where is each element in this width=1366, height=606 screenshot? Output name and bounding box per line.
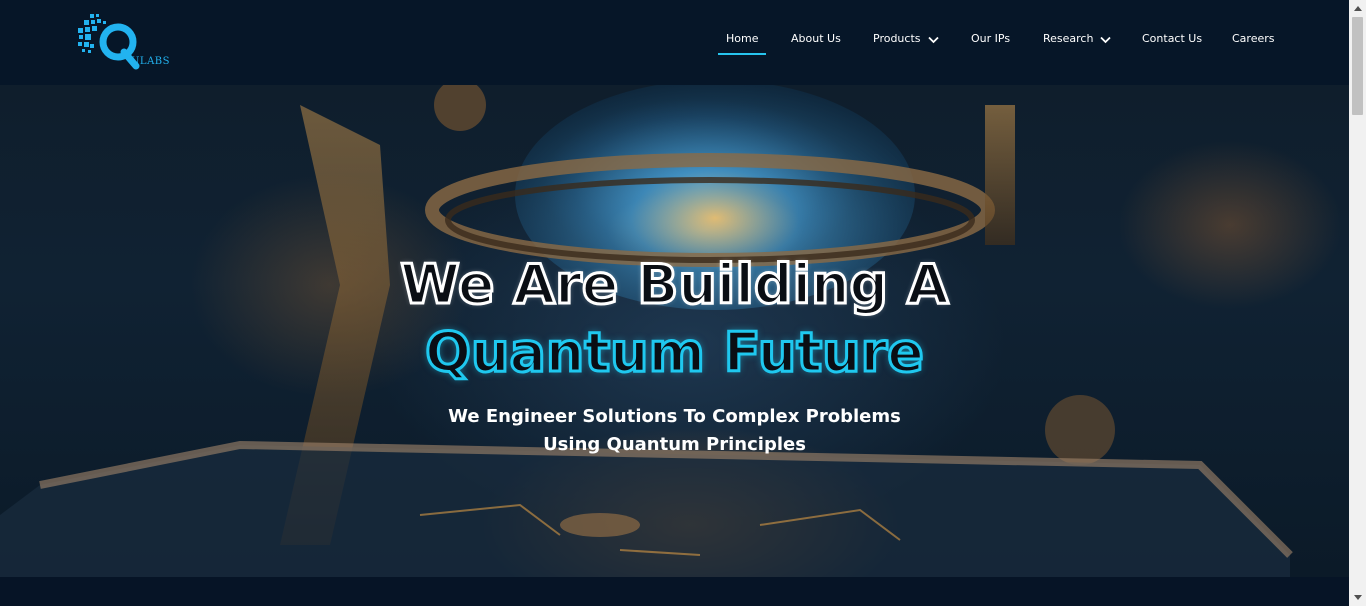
brand-logo[interactable]: ULABS (76, 12, 176, 74)
nav-about-us-label: About Us (791, 32, 841, 45)
hero-title-line2: Quantum Future (424, 320, 926, 386)
scroll-down-arrow-icon[interactable] (1349, 589, 1366, 606)
nav-research[interactable]: Research (1043, 32, 1112, 56)
nav-research-label: Research (1043, 32, 1094, 45)
chevron-down-icon (927, 34, 939, 47)
scrollbar-thumb[interactable] (1352, 17, 1363, 115)
nav-careers-label: Careers (1232, 32, 1275, 45)
hero-subtitle-line2: Using Quantum Principles (543, 434, 806, 455)
chevron-down-icon (1100, 34, 1112, 47)
nav-careers[interactable]: Careers (1232, 32, 1275, 56)
nav-contact-us-label: Contact Us (1142, 32, 1203, 45)
nav-about-us[interactable]: About Us (791, 32, 841, 56)
logo-wordmark: ULABS (131, 56, 170, 67)
page-scrollbar[interactable] (1349, 0, 1366, 606)
next-section-edge (0, 577, 1349, 606)
nav-products-label: Products (873, 32, 921, 45)
scroll-up-arrow-icon[interactable] (1349, 0, 1366, 17)
nav-home-label: Home (726, 32, 759, 45)
site-header: ULABS Home About Us Products Our IPs Res… (0, 0, 1349, 85)
hero-title-line1: We Are Building A (399, 252, 950, 318)
nav-contact-us[interactable]: Contact Us (1142, 32, 1202, 56)
nav-home[interactable]: Home (717, 32, 768, 56)
nav-products[interactable]: Products (873, 32, 939, 56)
hero-banner: We Are Building A Quantum Future We Engi… (0, 85, 1349, 577)
hero-subtitle-line1: We Engineer Solutions To Complex Problem… (448, 406, 901, 427)
nav-our-ips-label: Our IPs (971, 32, 1011, 45)
nav-our-ips[interactable]: Our IPs (971, 32, 1010, 56)
